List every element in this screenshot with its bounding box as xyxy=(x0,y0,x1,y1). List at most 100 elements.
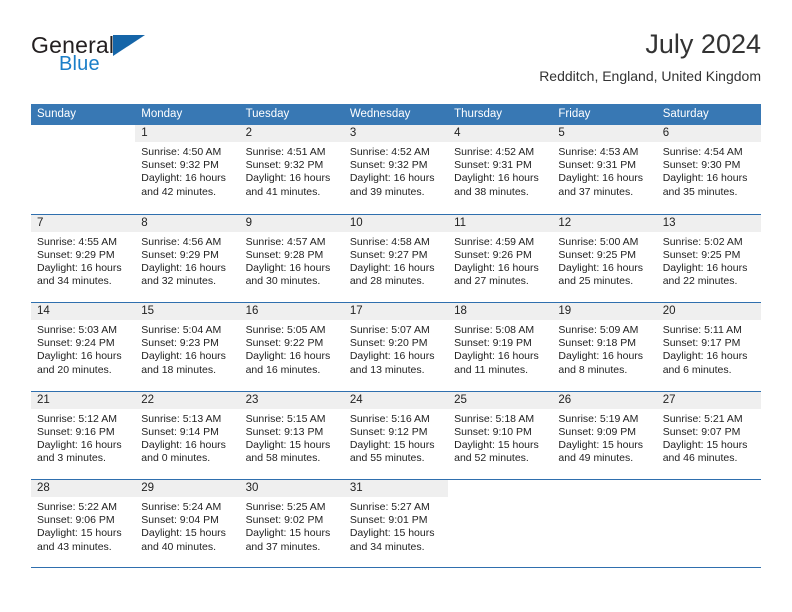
daylight-duration-line2: and 37 minutes. xyxy=(245,540,321,553)
daylight-duration-line2: and 20 minutes. xyxy=(37,363,112,376)
day-cell[interactable]: 23 Sunrise: 5:15 AM Sunset: 9:13 PM Dayligh… xyxy=(239,391,344,480)
sunrise-time: Sunrise: 5:08 AM xyxy=(454,324,535,336)
daylight-duration-line2: and 58 minutes. xyxy=(245,452,321,465)
day-number: 17 xyxy=(343,303,449,320)
daylight-duration-line2: and 0 minutes. xyxy=(141,452,211,465)
day-cell[interactable]: 3 Sunrise: 4:52 AM Sunset: 9:32 PM Daylight… xyxy=(343,125,449,214)
day-cell[interactable]: 21 Sunrise: 5:12 AM Sunset: 9:16 PM Dayligh… xyxy=(31,391,136,480)
day-cell[interactable]: 2 Sunrise: 4:51 AM Sunset: 9:32 PM Daylight… xyxy=(239,125,344,214)
day-number xyxy=(552,480,656,497)
day-cell[interactable]: 25 Sunrise: 5:18 AM Sunset: 9:10 PM Dayligh… xyxy=(448,391,553,480)
daylight-duration-line2: and 41 minutes. xyxy=(245,185,321,198)
day-cell[interactable]: 30 Sunrise: 5:25 AM Sunset: 9:02 PM Dayligh… xyxy=(239,480,344,567)
day-cell[interactable]: 24 Sunrise: 5:16 AM Sunset: 9:12 PM Dayligh… xyxy=(343,391,449,480)
day-cell[interactable]: 13 Sunrise: 5:02 AM Sunset: 9:25 PM Dayligh… xyxy=(656,214,761,303)
daylight-duration-line1: Daylight: 16 hours xyxy=(349,261,435,274)
day-number: 27 xyxy=(656,391,761,409)
day-cell[interactable]: 18 Sunrise: 5:08 AM Sunset: 9:19 PM Dayligh… xyxy=(448,303,553,391)
day-details: Sunrise: 4:55 AM Sunset: 9:29 PM Daylight:… xyxy=(31,232,135,289)
day-number: 12 xyxy=(552,214,657,232)
day-number: 30 xyxy=(239,480,344,497)
day-details: Sunrise: 5:19 AM Sunset: 9:09 PM Daylight:… xyxy=(552,409,656,466)
day-details: Sunrise: 5:18 AM Sunset: 9:10 PM Daylight:… xyxy=(448,409,552,466)
day-cell[interactable]: 10 Sunrise: 4:58 AM Sunset: 9:27 PM Dayligh… xyxy=(343,214,449,303)
day-cell[interactable]: 1 Sunrise: 4:50 AM Sunset: 9:32 PM Daylight… xyxy=(135,125,240,214)
day-cell[interactable]: 11 Sunrise: 4:59 AM Sunset: 9:26 PM Dayligh… xyxy=(448,214,553,303)
daylight-duration-line1: Daylight: 15 hours xyxy=(37,527,122,540)
sunset-time: Sunset: 9:25 PM xyxy=(662,248,741,261)
day-cell[interactable]: 31 Sunrise: 5:27 AM Sunset: 9:01 PM Dayligh… xyxy=(343,480,449,567)
daylight-duration-line1: Daylight: 16 hours xyxy=(454,350,539,363)
day-cell[interactable]: 20 Sunrise: 5:11 AM Sunset: 9:17 PM Dayligh… xyxy=(656,303,761,391)
day-number: 29 xyxy=(135,480,240,497)
day-cell[interactable]: 15 Sunrise: 5:04 AM Sunset: 9:23 PM Dayligh… xyxy=(135,303,240,391)
sunset-time: Sunset: 9:29 PM xyxy=(37,248,115,261)
day-number: 3 xyxy=(343,125,449,142)
daylight-duration-line1: Daylight: 16 hours xyxy=(37,261,122,274)
sunrise-time: Sunrise: 5:12 AM xyxy=(37,412,117,425)
day-number: 26 xyxy=(552,391,657,409)
daylight-duration-line2: and 3 minutes. xyxy=(37,452,106,465)
day-cell[interactable]: 9 Sunrise: 4:57 AM Sunset: 9:28 PM Daylight… xyxy=(239,214,344,303)
sunset-time: Sunset: 9:30 PM xyxy=(662,159,741,172)
sunset-time: Sunset: 9:24 PM xyxy=(37,337,115,350)
day-cell[interactable]: 22 Sunrise: 5:13 AM Sunset: 9:14 PM Dayligh… xyxy=(135,391,240,480)
sunrise-time: Sunrise: 5:09 AM xyxy=(558,324,639,336)
day-cell[interactable]: 26 Sunrise: 5:19 AM Sunset: 9:09 PM Dayligh… xyxy=(552,391,657,480)
sunset-time: Sunset: 9:14 PM xyxy=(141,425,219,438)
sunrise-time: Sunrise: 5:21 AM xyxy=(662,412,743,425)
logo-triangle-icon xyxy=(113,35,145,56)
weekday-header-sunday: Sunday xyxy=(37,108,77,120)
daylight-duration-line1: Daylight: 16 hours xyxy=(349,172,435,185)
daylight-duration-line1: Daylight: 15 hours xyxy=(245,438,331,451)
general-blue-logo[interactable]: General Blue xyxy=(31,32,261,90)
day-cell[interactable]: 14 Sunrise: 5:03 AM Sunset: 9:24 PM Dayligh… xyxy=(31,303,136,391)
daylight-duration-line2: and 37 minutes. xyxy=(558,185,634,198)
day-number xyxy=(657,480,761,497)
day-details: Sunrise: 5:15 AM Sunset: 9:13 PM Daylight:… xyxy=(240,409,344,466)
day-cell[interactable]: 6 Sunrise: 4:54 AM Sunset: 9:30 PM Daylight… xyxy=(656,125,761,214)
sunset-time: Sunset: 9:31 PM xyxy=(454,159,532,172)
daylight-duration-line1: Daylight: 15 hours xyxy=(349,527,435,540)
daylight-duration-line2: and 18 minutes. xyxy=(141,363,216,376)
day-cell[interactable]: 17 Sunrise: 5:07 AM Sunset: 9:20 PM Dayligh… xyxy=(343,303,449,391)
day-cell[interactable]: 4 Sunrise: 4:52 AM Sunset: 9:31 PM Daylight… xyxy=(448,125,553,214)
sunset-time: Sunset: 9:25 PM xyxy=(558,248,637,261)
daylight-duration-line2: and 16 minutes. xyxy=(245,363,321,376)
weekday-header-tuesday: Tuesday xyxy=(245,108,290,120)
sunset-time: Sunset: 9:32 PM xyxy=(141,159,219,172)
daylight-duration-line2: and 27 minutes. xyxy=(454,275,529,288)
daylight-duration-line1: Daylight: 16 hours xyxy=(349,350,435,363)
week-row: 21 Sunrise: 5:12 AM Sunset: 9:16 PM Dayligh… xyxy=(31,390,761,480)
daylight-duration-line1: Daylight: 16 hours xyxy=(454,172,539,185)
daylight-duration-line1: Daylight: 16 hours xyxy=(454,261,539,274)
day-details: Sunrise: 5:08 AM Sunset: 9:19 PM Daylight:… xyxy=(448,320,552,377)
day-cell[interactable]: 19 Sunrise: 5:09 AM Sunset: 9:18 PM Dayligh… xyxy=(552,303,657,391)
calendar-page: General Blue July 2024 Redditch, England… xyxy=(0,0,792,612)
sunrise-time: Sunrise: 5:16 AM xyxy=(349,412,430,425)
day-cell[interactable]: 29 Sunrise: 5:24 AM Sunset: 9:04 PM Dayligh… xyxy=(135,480,240,567)
day-number: 10 xyxy=(343,214,449,232)
week-row: 14 Sunrise: 5:03 AM Sunset: 9:24 PM Dayligh… xyxy=(31,302,761,391)
day-details: Sunrise: 5:24 AM Sunset: 9:04 PM Daylight:… xyxy=(135,497,239,554)
daylight-duration-line2: and 39 minutes. xyxy=(349,185,425,198)
day-cell[interactable]: 12 Sunrise: 5:00 AM Sunset: 9:25 PM Dayligh… xyxy=(552,214,657,303)
day-number: 20 xyxy=(656,303,761,320)
weekday-header-thursday: Thursday xyxy=(454,108,503,120)
day-cell[interactable]: 7 Sunrise: 4:55 AM Sunset: 9:29 PM Daylight… xyxy=(31,214,136,303)
week-row: 28 Sunrise: 5:22 AM Sunset: 9:06 PM Dayligh… xyxy=(31,479,761,568)
page-header: General Blue July 2024 Redditch, England… xyxy=(31,27,761,99)
day-cell[interactable]: 8 Sunrise: 4:56 AM Sunset: 9:29 PM Daylight… xyxy=(135,214,240,303)
title-block: July 2024 Redditch, England, United King… xyxy=(539,27,761,86)
sunrise-time: Sunrise: 4:52 AM xyxy=(349,146,430,158)
day-details: Sunrise: 5:16 AM Sunset: 9:12 PM Daylight:… xyxy=(344,409,448,466)
day-cell[interactable]: 28 Sunrise: 5:22 AM Sunset: 9:06 PM Dayligh… xyxy=(31,480,136,567)
day-cell[interactable]: 27 Sunrise: 5:21 AM Sunset: 9:07 PM Dayligh… xyxy=(656,391,761,480)
daylight-duration-line2: and 28 minutes. xyxy=(349,275,425,288)
day-cell[interactable]: 16 Sunrise: 5:05 AM Sunset: 9:22 PM Dayligh… xyxy=(239,303,344,391)
day-details: Sunrise: 5:02 AM Sunset: 9:25 PM Daylight:… xyxy=(657,232,761,289)
day-cell[interactable]: 5 Sunrise: 4:53 AM Sunset: 9:31 PM Daylight… xyxy=(552,125,657,214)
day-number: 18 xyxy=(448,303,553,320)
sunrise-time: Sunrise: 5:15 AM xyxy=(245,412,326,425)
sunrise-time: Sunrise: 5:19 AM xyxy=(558,412,639,425)
